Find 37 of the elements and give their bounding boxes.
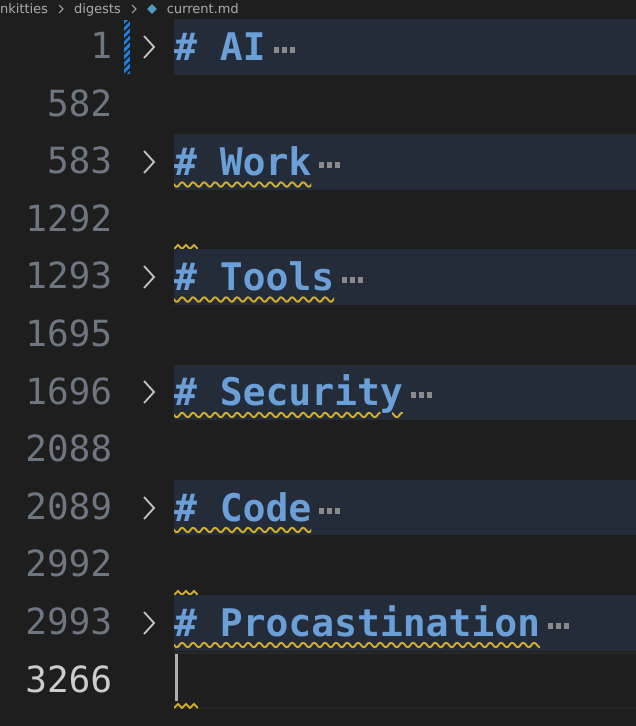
heading-text: # AI	[174, 24, 266, 69]
chevron-right-icon[interactable]	[142, 34, 156, 60]
markdown-file-icon	[146, 4, 157, 14]
heading-text: # Procastination	[174, 600, 540, 645]
chevron-right-icon	[58, 4, 64, 14]
folded-ellipsis-icon[interactable]	[319, 508, 342, 514]
folded-ellipsis-icon[interactable]	[274, 46, 296, 53]
line-number: 2993	[24, 600, 112, 645]
line-number: 582	[46, 82, 112, 127]
folded-ellipsis-icon[interactable]	[410, 392, 433, 398]
chevron-right-icon[interactable]	[142, 610, 156, 636]
folded-ellipsis-icon[interactable]	[319, 162, 342, 168]
chevron-right-icon[interactable]	[142, 148, 156, 175]
heading-text: # Code	[174, 486, 312, 530]
line-number: 1293	[24, 255, 112, 300]
line-number: 2088	[24, 428, 112, 472]
heading-text: # Security	[174, 370, 403, 414]
chevron-right-icon[interactable]	[142, 264, 156, 290]
breadcrumb-item[interactable]: current.md	[166, 2, 239, 16]
folded-ellipsis-icon[interactable]	[342, 277, 364, 284]
line-number: 1695	[24, 312, 112, 357]
heading-text: # Tools	[174, 255, 334, 300]
breadcrumb-item[interactable]: nkitties	[0, 2, 48, 16]
line-number: 2992	[24, 543, 112, 588]
text-cursor	[175, 654, 178, 702]
chevron-right-icon	[130, 4, 137, 14]
line-number: 2089	[24, 486, 112, 530]
line-number: 3266	[24, 658, 112, 703]
chevron-right-icon[interactable]	[142, 379, 156, 406]
chevron-right-icon[interactable]	[142, 494, 156, 521]
heading-text: # Work	[174, 140, 312, 184]
line-number: 1	[89, 25, 112, 69]
folded-ellipsis-icon[interactable]	[548, 622, 570, 629]
line-number: 1292	[24, 198, 112, 242]
line-number: 1696	[24, 370, 112, 415]
breadcrumb-item[interactable]: digests	[74, 2, 121, 16]
line-number: 583	[46, 140, 112, 184]
